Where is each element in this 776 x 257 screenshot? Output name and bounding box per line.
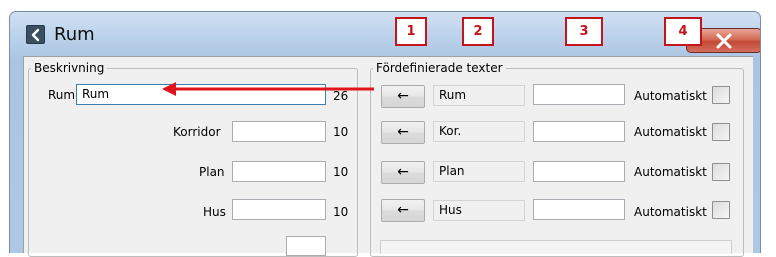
- custom-rum-input[interactable]: [533, 84, 625, 105]
- plan-label: Plan: [199, 165, 225, 179]
- plan-max-length: 10: [333, 165, 349, 179]
- auto-korridor-label: Automatiskt: [634, 125, 707, 139]
- auto-rum-label: Automatiskt: [634, 89, 707, 103]
- close-icon: [716, 33, 732, 49]
- hus-label: Hus: [203, 205, 226, 219]
- plan-input[interactable]: [232, 161, 326, 182]
- partial-input[interactable]: [286, 236, 326, 256]
- hus-max-length: 10: [333, 205, 349, 219]
- auto-plan-label: Automatiskt: [634, 165, 707, 179]
- callout-4: 4: [664, 17, 702, 46]
- auto-korridor-checkbox[interactable]: [712, 123, 730, 141]
- korridor-label: Korridor: [173, 125, 221, 139]
- hus-input[interactable]: [232, 199, 326, 220]
- copy-korridor-button[interactable]: ←: [381, 121, 425, 144]
- preset-plan-field: Plan: [433, 161, 525, 182]
- copy-hus-button[interactable]: ←: [381, 199, 425, 222]
- korridor-max-length: 10: [333, 125, 349, 139]
- rum-label: Rum: [48, 88, 76, 102]
- partial-row: [380, 240, 732, 254]
- callout-2: 2: [462, 17, 494, 46]
- app-back-arrow-icon: [26, 25, 45, 44]
- beskrivning-legend: Beskrivning: [34, 61, 105, 75]
- copy-rum-button[interactable]: ←: [381, 85, 425, 108]
- auto-hus-label: Automatiskt: [634, 205, 707, 219]
- fordefinierade-legend: Fördefinierade texter: [376, 61, 503, 75]
- preset-rum-field: Rum: [433, 85, 525, 106]
- custom-hus-input[interactable]: [533, 199, 625, 220]
- red-arrow-icon: [162, 82, 374, 96]
- custom-korridor-input[interactable]: [533, 121, 625, 142]
- korridor-input[interactable]: [232, 121, 326, 142]
- auto-hus-checkbox[interactable]: [712, 201, 730, 219]
- copy-plan-button[interactable]: ←: [381, 161, 425, 184]
- callout-3: 3: [565, 17, 603, 46]
- window-title: Rum: [54, 24, 95, 45]
- auto-plan-checkbox[interactable]: [712, 163, 730, 181]
- custom-plan-input[interactable]: [533, 161, 625, 182]
- preset-hus-field: Hus: [433, 200, 525, 221]
- callout-1: 1: [395, 17, 427, 46]
- auto-rum-checkbox[interactable]: [712, 86, 730, 104]
- preset-korridor-field: Kor.: [433, 121, 525, 142]
